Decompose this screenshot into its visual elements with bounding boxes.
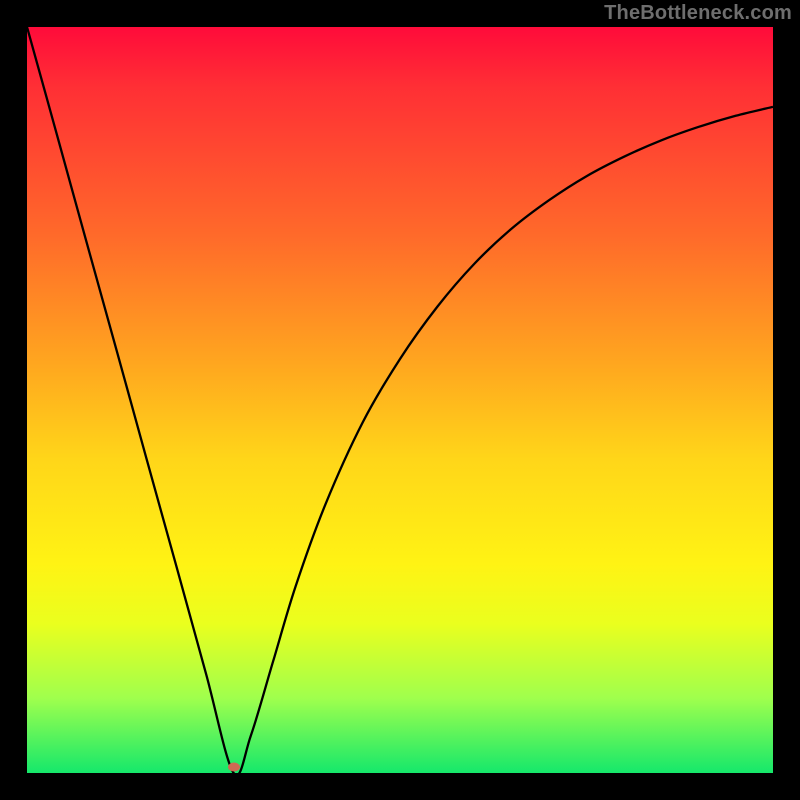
optimal-point-marker xyxy=(228,763,240,772)
bottleneck-curve xyxy=(27,27,773,773)
curve-path xyxy=(27,27,773,773)
watermark-text: TheBottleneck.com xyxy=(604,2,792,25)
chart-frame: TheBottleneck.com xyxy=(0,0,800,800)
plot-area xyxy=(27,27,773,773)
